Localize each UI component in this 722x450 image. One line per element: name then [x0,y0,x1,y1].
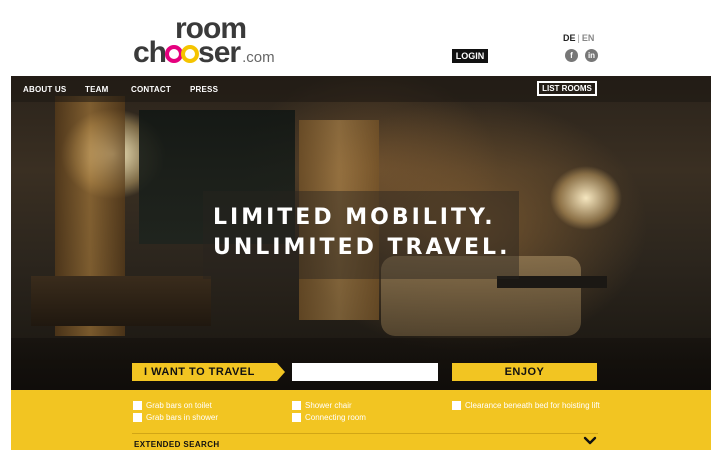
filter-label: Grab bars in shower [146,413,219,422]
chevron-down-icon[interactable] [583,435,597,447]
logo-suffix: ser [198,36,241,69]
filter-shower-chair[interactable]: Shower chair [292,401,352,411]
filter-label: Connecting room [305,413,366,422]
filter-grab-bars-shower[interactable]: Grab bars in shower [133,413,218,423]
facebook-icon[interactable]: f [565,49,578,62]
extended-search-toggle[interactable]: EXTENDED SEARCH [134,440,220,449]
nav-press[interactable]: PRESS [190,85,218,94]
destination-input[interactable] [292,363,438,381]
page-frame: room ch ser .com LOGIN DE | EN f in ABOUT US… [11,6,711,450]
headline-line-2: UNLIMITED TRAVEL. [213,235,511,260]
hero-desk [31,276,211,326]
list-rooms-button[interactable]: LIST ROOMS [537,81,597,96]
logo-prefix: ch [133,36,167,69]
hero-headline: LIMITED MOBILITY. UNLIMITED TRAVEL. [203,191,519,279]
logo-line-chooser: ch ser .com [133,38,275,73]
lang-de[interactable]: DE [563,33,576,43]
checkbox-icon[interactable] [133,401,142,410]
language-switcher: DE | EN [563,33,594,43]
filter-panel: Grab bars on toilet Grab bars in shower … [11,390,711,450]
filter-clearance-bed[interactable]: Clearance beneath bed for hoisting lift [452,401,605,411]
checkbox-icon[interactable] [452,401,461,410]
headline-line-1: LIMITED MOBILITY. [213,205,496,230]
linkedin-icon[interactable]: in [585,49,598,62]
social-links: f in [565,49,598,62]
nav-about-us[interactable]: ABOUT US [23,85,66,94]
logo-domain: .com [242,49,275,66]
checkbox-icon[interactable] [133,413,142,422]
main-nav: ABOUT US TEAM CONTACT PRESS LIST ROOMS [11,76,711,102]
filter-label: Clearance beneath bed for hoisting lift [465,401,600,410]
travel-label: I WANT TO TRAVEL [132,363,285,381]
site-header: room ch ser .com LOGIN DE | EN f in [11,6,711,76]
filter-label: Grab bars on toilet [146,401,212,410]
lang-en[interactable]: EN [582,33,595,43]
filter-grab-bars-toilet[interactable]: Grab bars on toilet [133,401,212,411]
yellow-ring-icon [181,45,200,63]
enjoy-button[interactable]: ENJOY [452,363,597,381]
checkbox-icon[interactable] [292,401,301,410]
travel-label-text: I WANT TO TRAVEL [144,366,255,378]
lang-separator: | [577,33,580,43]
filter-connecting-room[interactable]: Connecting room [292,413,366,423]
checkbox-icon[interactable] [292,413,301,422]
login-button[interactable]: LOGIN [452,49,488,63]
nav-contact[interactable]: CONTACT [131,85,171,94]
roomchooser-logo[interactable]: room ch ser .com [133,14,293,70]
filter-label: Shower chair [305,401,352,410]
nav-team[interactable]: TEAM [85,85,108,94]
filter-divider [132,433,598,434]
